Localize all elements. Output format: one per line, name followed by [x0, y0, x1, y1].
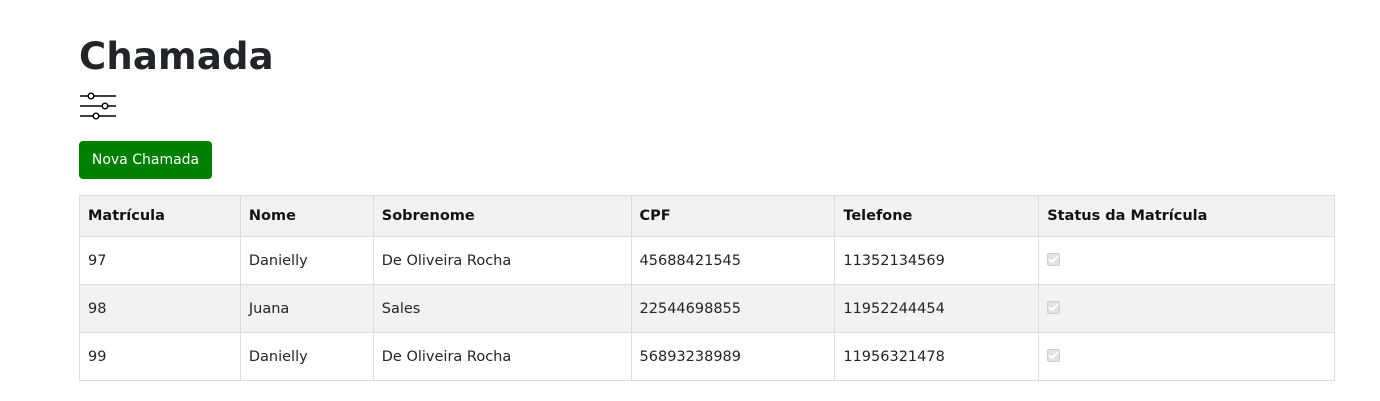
header-matricula: Matrícula	[79, 195, 241, 237]
sliders-icon[interactable]	[80, 92, 116, 120]
cell-telefone: 11956321478	[834, 332, 1040, 381]
cell-telefone: 11352134569	[834, 236, 1040, 285]
status-checkbox[interactable]	[1047, 349, 1061, 362]
cell-sobrenome: De Oliveira Rocha	[372, 332, 632, 381]
page: Chamada Nova Chamada Matrícula Nome Sobr…	[0, 0, 1380, 401]
status-checkbox[interactable]	[1047, 301, 1061, 314]
cell-status	[1038, 236, 1335, 285]
sliders-icon-graphic	[80, 92, 116, 120]
cell-nome: Danielly	[239, 236, 374, 285]
cell-status	[1038, 332, 1335, 381]
cell-matricula: 98	[79, 284, 241, 333]
cell-telefone: 11952244454	[834, 284, 1040, 333]
cell-matricula: 97	[79, 236, 241, 285]
table-row: 98 Juana Sales 22544698855 11952244454	[79, 284, 1335, 333]
cell-cpf: 56893238989	[630, 332, 836, 381]
cell-sobrenome: De Oliveira Rocha	[372, 236, 632, 285]
cell-nome: Danielly	[239, 332, 374, 381]
header-cpf: CPF	[630, 195, 836, 237]
header-telefone: Telefone	[834, 195, 1040, 237]
cell-status	[1038, 284, 1335, 333]
header-nome: Nome	[239, 195, 374, 237]
cell-cpf: 45688421545	[630, 236, 836, 285]
status-checkbox[interactable]	[1047, 253, 1061, 266]
cell-nome: Juana	[239, 284, 374, 333]
cell-sobrenome: Sales	[372, 284, 632, 333]
header-status: Status da Matrícula	[1038, 195, 1335, 237]
table-row: 97 Danielly De Oliveira Rocha 4568842154…	[79, 236, 1335, 285]
table-header-row: Matrícula Nome Sobrenome CPF Telefone St…	[79, 195, 1335, 237]
students-table: Matrícula Nome Sobrenome CPF Telefone St…	[79, 195, 1335, 381]
nova-chamada-button[interactable]: Nova Chamada	[79, 141, 212, 179]
cell-cpf: 22544698855	[630, 284, 836, 333]
cell-matricula: 99	[79, 332, 241, 381]
table-row: 99 Danielly De Oliveira Rocha 5689323898…	[79, 332, 1335, 381]
page-title: Chamada	[79, 35, 274, 78]
header-sobrenome: Sobrenome	[372, 195, 632, 237]
